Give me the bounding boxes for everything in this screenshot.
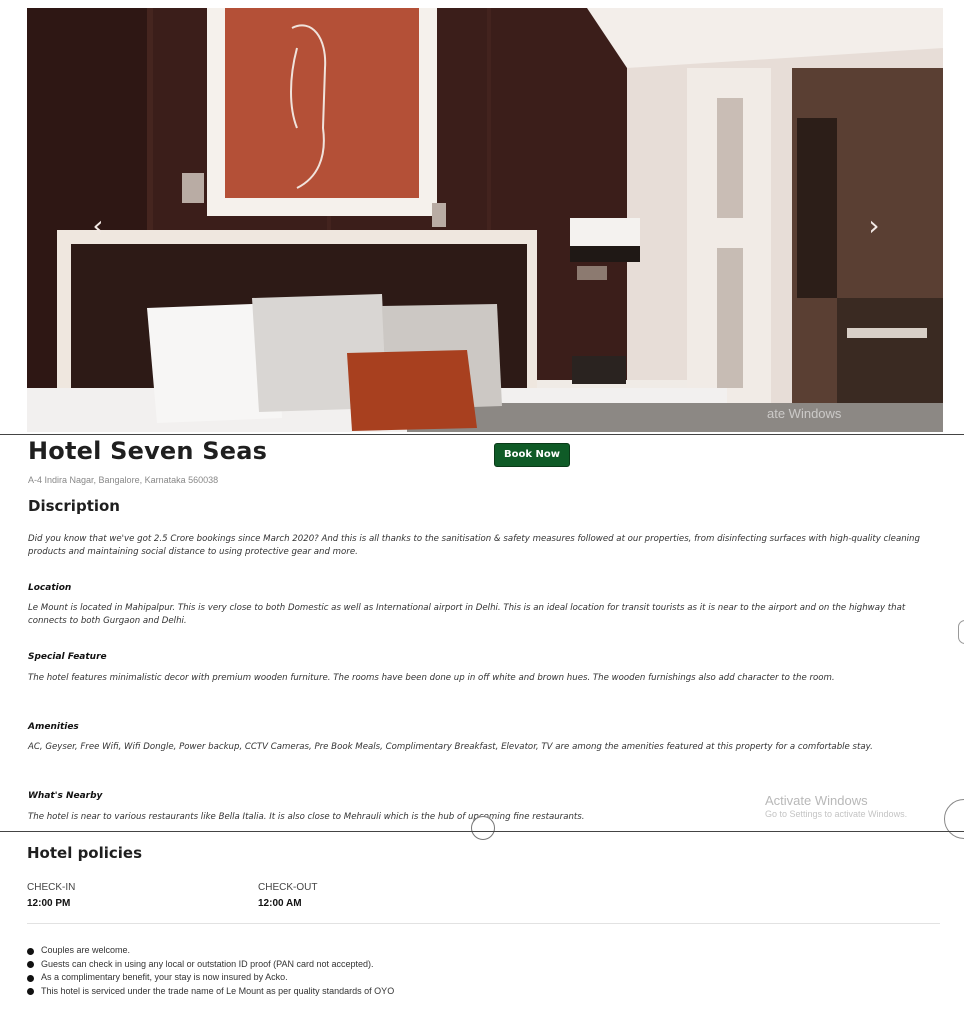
checkin-time: 12:00 PM <box>27 898 71 909</box>
bullet-icon <box>27 947 34 955</box>
bullet-icon <box>27 961 34 968</box>
checkout-label: CHECK-OUT <box>258 882 318 893</box>
checkout-time: 12:00 AM <box>258 898 302 909</box>
list-item: This hotel is serviced under the trade n… <box>27 985 394 999</box>
hotel-photo-carousel: ‹ › ate Windows <box>27 8 943 432</box>
bullet-icon <box>27 988 34 995</box>
photo-overlay-text: ate Windows <box>767 406 842 421</box>
bullet-icon <box>27 974 34 982</box>
book-now-button[interactable]: Book Now <box>494 443 570 467</box>
amenities-heading: Amenities <box>28 722 79 732</box>
scroll-handle[interactable] <box>958 620 964 644</box>
special-feature-text: The hotel features minimalistic decor wi… <box>28 673 835 683</box>
hotel-name: Hotel Seven Seas <box>28 437 268 465</box>
description-title: Discription <box>28 497 120 515</box>
location-heading: Location <box>28 583 72 593</box>
hotel-room-photo <box>27 8 943 432</box>
policies-divider <box>27 923 940 924</box>
hotel-address: A-4 Indira Nagar, Bangalore, Karnataka 5… <box>28 475 219 485</box>
list-item: As a complimentary benefit, your stay is… <box>27 971 394 985</box>
policy-rule-text: As a complimentary benefit, your stay is… <box>41 972 288 982</box>
location-text: Le Mount is located in Mahipalpur. This … <box>28 603 906 626</box>
policies-title: Hotel policies <box>27 844 143 862</box>
section-divider-top <box>0 434 964 435</box>
policy-rule-text: This hotel is serviced under the trade n… <box>41 985 395 996</box>
section-divider-bottom <box>0 831 964 832</box>
amenities-text: AC, Geyser, Free Wifi, Wifi Dongle, Powe… <box>28 742 873 752</box>
corner-scroll-control[interactable] <box>944 799 964 839</box>
description-text: Did you know that we've got 2.5 Crore bo… <box>28 534 920 557</box>
carousel-next-chevron-right-icon[interactable]: › <box>859 208 889 244</box>
whats-nearby-heading: What's Nearby <box>28 791 103 801</box>
policy-rule-text: Couples are welcome. <box>41 945 131 955</box>
policy-rules-list: Couples are welcome. Guests can check in… <box>27 944 394 998</box>
checkin-label: CHECK-IN <box>27 882 76 893</box>
special-feature-heading: Special Feature <box>28 652 107 662</box>
activate-windows-subtitle: Go to Settings to activate Windows. <box>765 809 908 819</box>
carousel-prev-chevron-left-icon[interactable]: ‹ <box>83 208 113 244</box>
activate-windows-title: Activate Windows <box>765 793 868 808</box>
list-item: Couples are welcome. <box>27 944 394 958</box>
scroll-indicator-dot[interactable] <box>471 816 495 840</box>
policy-rule-text: Guests can check in using any local or o… <box>41 958 374 969</box>
list-item: Guests can check in using any local or o… <box>27 958 394 972</box>
